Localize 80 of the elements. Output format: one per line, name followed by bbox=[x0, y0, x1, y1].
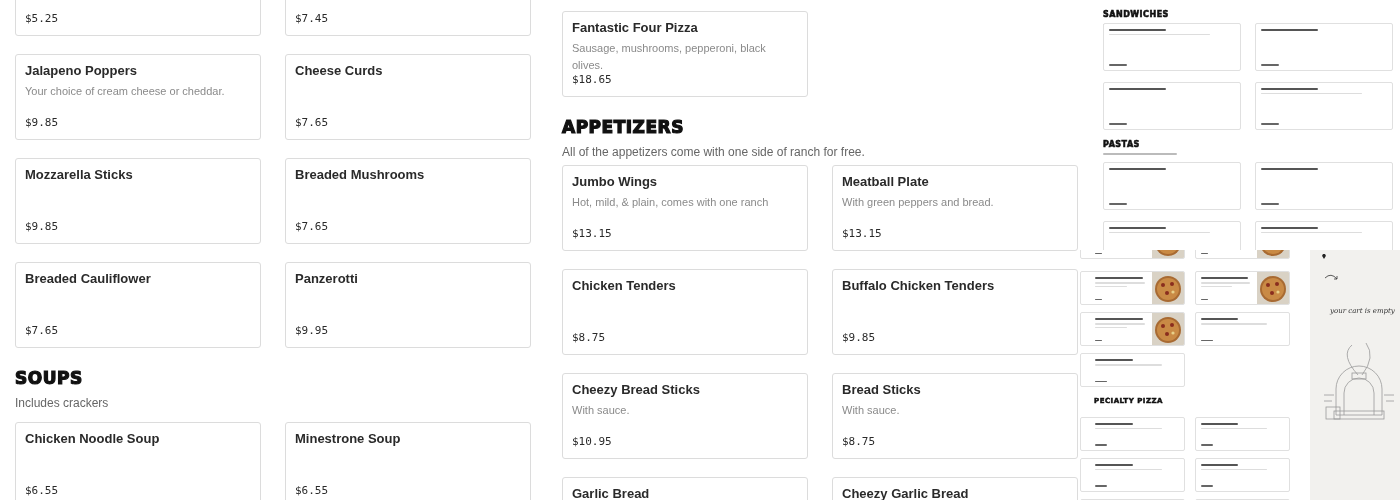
item-name: Buffalo Chicken Tenders bbox=[842, 279, 996, 294]
item-price: $10.95 bbox=[572, 435, 613, 449]
menu-card[interactable] bbox=[1103, 81, 1241, 130]
menu-card[interactable] bbox=[1195, 457, 1290, 492]
section-heading: PASTAS bbox=[1103, 139, 1141, 150]
item-description: Sausage, mushrooms, pepperoni, black olives. bbox=[572, 41, 767, 73]
menu-card[interactable]: Cheezy Bread Sticks With sauce. $10.95 bbox=[562, 373, 808, 460]
menu-card[interactable] bbox=[1195, 271, 1290, 306]
menu-card[interactable] bbox=[1255, 81, 1393, 130]
menu-card[interactable]: Minestrone Soup $6.55 bbox=[285, 422, 531, 500]
item-name: Jalapeno Poppers bbox=[25, 64, 138, 78]
item-price: $9.85 bbox=[25, 220, 60, 233]
curved-arrow-icon bbox=[1324, 273, 1338, 281]
item-description: Hot, mild, & plain, comes with one ranch bbox=[572, 195, 770, 211]
menu-card[interactable] bbox=[1103, 161, 1241, 210]
item-price: $7.45 bbox=[295, 12, 330, 25]
item-name: Panzerotti bbox=[295, 272, 359, 286]
item-price: $18.65 bbox=[572, 73, 613, 86]
menu-card[interactable] bbox=[1080, 457, 1185, 492]
menu-card[interactable]: Jalapeno Poppers Your choice of cream cheese or cheddar. $9.85 bbox=[15, 54, 261, 140]
item-price: $7.65 bbox=[295, 116, 330, 129]
item-price: $8.75 bbox=[572, 331, 607, 345]
item-description: Your choice of cream cheese or cheddar. bbox=[25, 84, 226, 99]
item-name: Breaded Cauliflower bbox=[25, 272, 152, 286]
item-price: $7.65 bbox=[25, 324, 60, 337]
menu-card[interactable] bbox=[1103, 22, 1241, 71]
section-heading: SANDWICHES bbox=[1103, 10, 1170, 20]
menu-card[interactable] bbox=[1080, 353, 1185, 388]
item-price: $6.55 bbox=[295, 484, 330, 498]
item-price: $5.25 bbox=[25, 12, 60, 25]
item-name: Chicken Noodle Soup bbox=[25, 432, 161, 447]
menu-card[interactable] bbox=[1080, 416, 1185, 451]
menu-card[interactable]: Panzerotti $9.95 bbox=[285, 262, 531, 348]
item-name: Fantastic Four Pizza bbox=[572, 21, 699, 35]
menu-card[interactable] bbox=[1080, 271, 1185, 306]
section-heading: SOUPS bbox=[15, 368, 84, 389]
item-name: Bread Sticks bbox=[842, 383, 922, 398]
menu-card[interactable]: Meatball Plate With green peppers and bread. $13.15 bbox=[832, 165, 1078, 252]
item-name: Jumbo Wings bbox=[572, 175, 659, 190]
menu-card[interactable]: Garlic Bread bbox=[562, 477, 808, 500]
item-price: $9.85 bbox=[25, 116, 60, 129]
item-name: Breaded Mushrooms bbox=[295, 168, 426, 182]
item-description: With sauce. bbox=[842, 403, 901, 419]
menu-card[interactable]: Jumbo Wings Hot, mild, & plain, comes with one ranch $13.15 bbox=[562, 165, 808, 252]
menu-card[interactable] bbox=[1195, 312, 1290, 347]
section-heading: APPETIZERS bbox=[562, 117, 685, 138]
menu-card[interactable]: Fantastic Four Pizza Sausage, mushrooms, pepperoni, black olives. $18.65 bbox=[562, 11, 808, 97]
item-price: $13.15 bbox=[842, 227, 883, 241]
item-description: With green peppers and bread. bbox=[842, 195, 995, 211]
item-price: $13.15 bbox=[572, 227, 613, 241]
menu-card[interactable]: Chicken Noodle Soup $6.55 bbox=[15, 422, 261, 500]
item-name: Cheese Curds bbox=[295, 64, 384, 78]
item-price: $9.85 bbox=[842, 331, 877, 345]
location-pin-icon bbox=[1322, 254, 1326, 259]
menu-card[interactable]: Buffalo Chicken Tenders $9.85 bbox=[832, 269, 1078, 356]
item-price: $8.75 bbox=[842, 435, 877, 449]
menu-card[interactable]: Cheese Curds $7.65 bbox=[285, 54, 531, 140]
item-name: Cheezy Bread Sticks bbox=[572, 383, 701, 398]
section-description: Includes crackers bbox=[15, 396, 110, 411]
item-name: Garlic Bread bbox=[572, 487, 651, 500]
item-price: $7.65 bbox=[295, 220, 330, 233]
menu-card[interactable]: Mozzarella Sticks $9.85 bbox=[15, 158, 261, 244]
menu-card[interactable] bbox=[1195, 416, 1290, 451]
item-name: Mozzarella Sticks bbox=[25, 168, 134, 182]
item-name: Minestrone Soup bbox=[295, 432, 402, 447]
menu-card[interactable] bbox=[1255, 22, 1393, 71]
menu-card[interactable] bbox=[1080, 312, 1185, 347]
item-name: Chicken Tenders bbox=[572, 279, 677, 294]
menu-card[interactable]: $5.25 bbox=[15, 0, 261, 36]
item-price: $9.95 bbox=[295, 324, 330, 337]
menu-card[interactable]: Bread Sticks With sauce. $8.75 bbox=[832, 373, 1078, 460]
item-name: Meatball Plate bbox=[842, 175, 930, 190]
item-description: With sauce. bbox=[572, 403, 631, 419]
menu-card[interactable]: Breaded Mushrooms $7.65 bbox=[285, 158, 531, 244]
menu-card[interactable]: Breaded Cauliflower $7.65 bbox=[15, 262, 261, 348]
menu-card[interactable]: $7.45 bbox=[285, 0, 531, 36]
item-price: $6.55 bbox=[25, 484, 60, 498]
menu-card[interactable] bbox=[1255, 161, 1393, 210]
section-description: All of the appetizers come with one side of ranch for free. bbox=[562, 145, 866, 160]
menu-card[interactable]: Chicken Tenders $8.75 bbox=[562, 269, 808, 356]
